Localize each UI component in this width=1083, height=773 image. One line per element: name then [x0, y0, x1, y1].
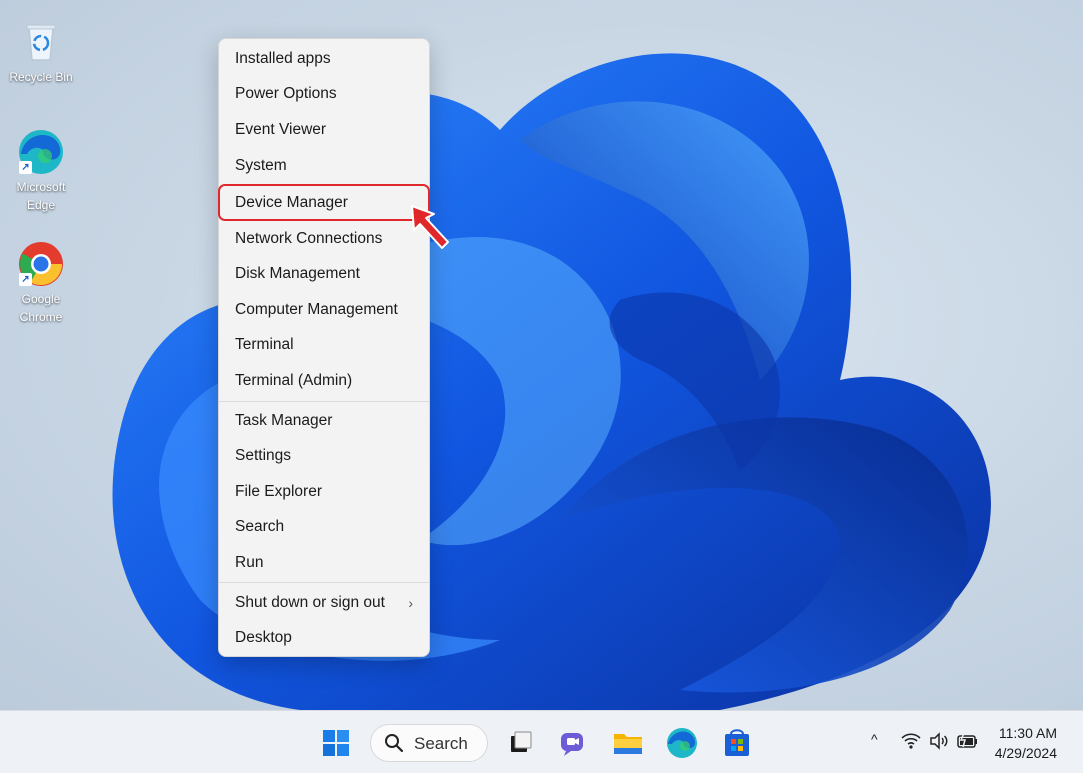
- search-icon: [385, 734, 404, 753]
- taskbar: Search ^ 11:30 AM 4/29/2024: [0, 710, 1083, 773]
- menu-item-disk-management[interactable]: Disk Management: [223, 257, 425, 291]
- desktop-icon-recycle-bin[interactable]: Recycle Bin: [3, 18, 79, 86]
- desktop[interactable]: Recycle Bin ↗ Microsoft Edge ↗ Google Ch…: [0, 0, 1083, 710]
- pointer-arrow-icon: [411, 205, 449, 249]
- desktop-icon-label: Recycle Bin: [9, 70, 73, 84]
- menu-item-label: Shut down or sign out: [235, 594, 385, 611]
- menu-item-shut-down-or-sign-out[interactable]: Shut down or sign out ›: [223, 586, 425, 620]
- edge-taskbar-button[interactable]: [665, 726, 699, 760]
- clock-date: 4/29/2024: [994, 745, 1057, 761]
- task-view-button[interactable]: [503, 726, 537, 760]
- start-icon: [323, 730, 349, 756]
- menu-separator: [219, 582, 429, 583]
- menu-item-task-manager[interactable]: Task Manager: [223, 404, 425, 438]
- file-explorer-button[interactable]: [611, 726, 645, 760]
- menu-item-file-explorer[interactable]: File Explorer: [223, 475, 425, 509]
- clock-time: 11:30 AM: [998, 725, 1057, 741]
- store-icon: [725, 729, 749, 756]
- menu-item-event-viewer[interactable]: Event Viewer: [223, 113, 425, 147]
- start-button[interactable]: [319, 726, 353, 760]
- recycle-bin-icon: [17, 18, 65, 66]
- teams-chat-button[interactable]: [556, 726, 590, 760]
- menu-item-terminal-admin[interactable]: Terminal (Admin): [223, 364, 425, 398]
- menu-item-network-connections[interactable]: Network Connections: [223, 222, 425, 256]
- menu-item-desktop[interactable]: Desktop: [223, 621, 425, 655]
- wifi-icon[interactable]: [900, 731, 922, 754]
- menu-item-system[interactable]: System: [223, 149, 425, 183]
- chrome-icon: ↗: [17, 240, 65, 288]
- search-label: Search: [414, 734, 468, 753]
- desktop-icon-chrome[interactable]: ↗ Google Chrome: [3, 240, 79, 326]
- volume-icon[interactable]: [928, 731, 950, 754]
- menu-item-power-options[interactable]: Power Options: [223, 77, 425, 111]
- store-button[interactable]: [720, 726, 754, 760]
- menu-item-settings[interactable]: Settings: [223, 439, 425, 473]
- shortcut-arrow-icon: ↗: [19, 273, 32, 286]
- menu-item-run[interactable]: Run: [223, 546, 425, 580]
- edge-icon: ↗: [17, 128, 65, 176]
- menu-item-terminal[interactable]: Terminal: [223, 328, 425, 362]
- chevron-right-icon: ›: [408, 595, 413, 611]
- taskbar-search-box[interactable]: Search: [370, 724, 488, 762]
- system-clock[interactable]: 11:30 AM 4/29/2024: [995, 723, 1057, 763]
- desktop-icon-label: Microsoft: [16, 180, 66, 194]
- menu-item-search[interactable]: Search: [223, 510, 425, 544]
- file-explorer-icon: [614, 734, 642, 754]
- menu-separator: [219, 401, 429, 402]
- menu-item-computer-management[interactable]: Computer Management: [223, 293, 425, 327]
- battery-icon[interactable]: [955, 731, 979, 754]
- desktop-icon-label: Edge: [26, 198, 56, 212]
- shortcut-arrow-icon: ↗: [19, 161, 32, 174]
- winx-context-menu: Installed apps Power Options Event Viewe…: [218, 38, 430, 657]
- desktop-icon-edge[interactable]: ↗ Microsoft Edge: [3, 128, 79, 214]
- menu-item-installed-apps[interactable]: Installed apps: [223, 42, 425, 76]
- desktop-icon-label: Chrome: [19, 310, 63, 324]
- highlight-box: [218, 184, 430, 221]
- task-view-icon: [511, 731, 532, 752]
- wallpaper-bloom: [112, 53, 991, 710]
- desktop-icon-label: Google: [21, 292, 61, 306]
- edge-icon: [667, 728, 697, 758]
- tray-overflow-chevron-icon[interactable]: ^: [871, 731, 878, 747]
- teams-chat-icon: [561, 733, 583, 756]
